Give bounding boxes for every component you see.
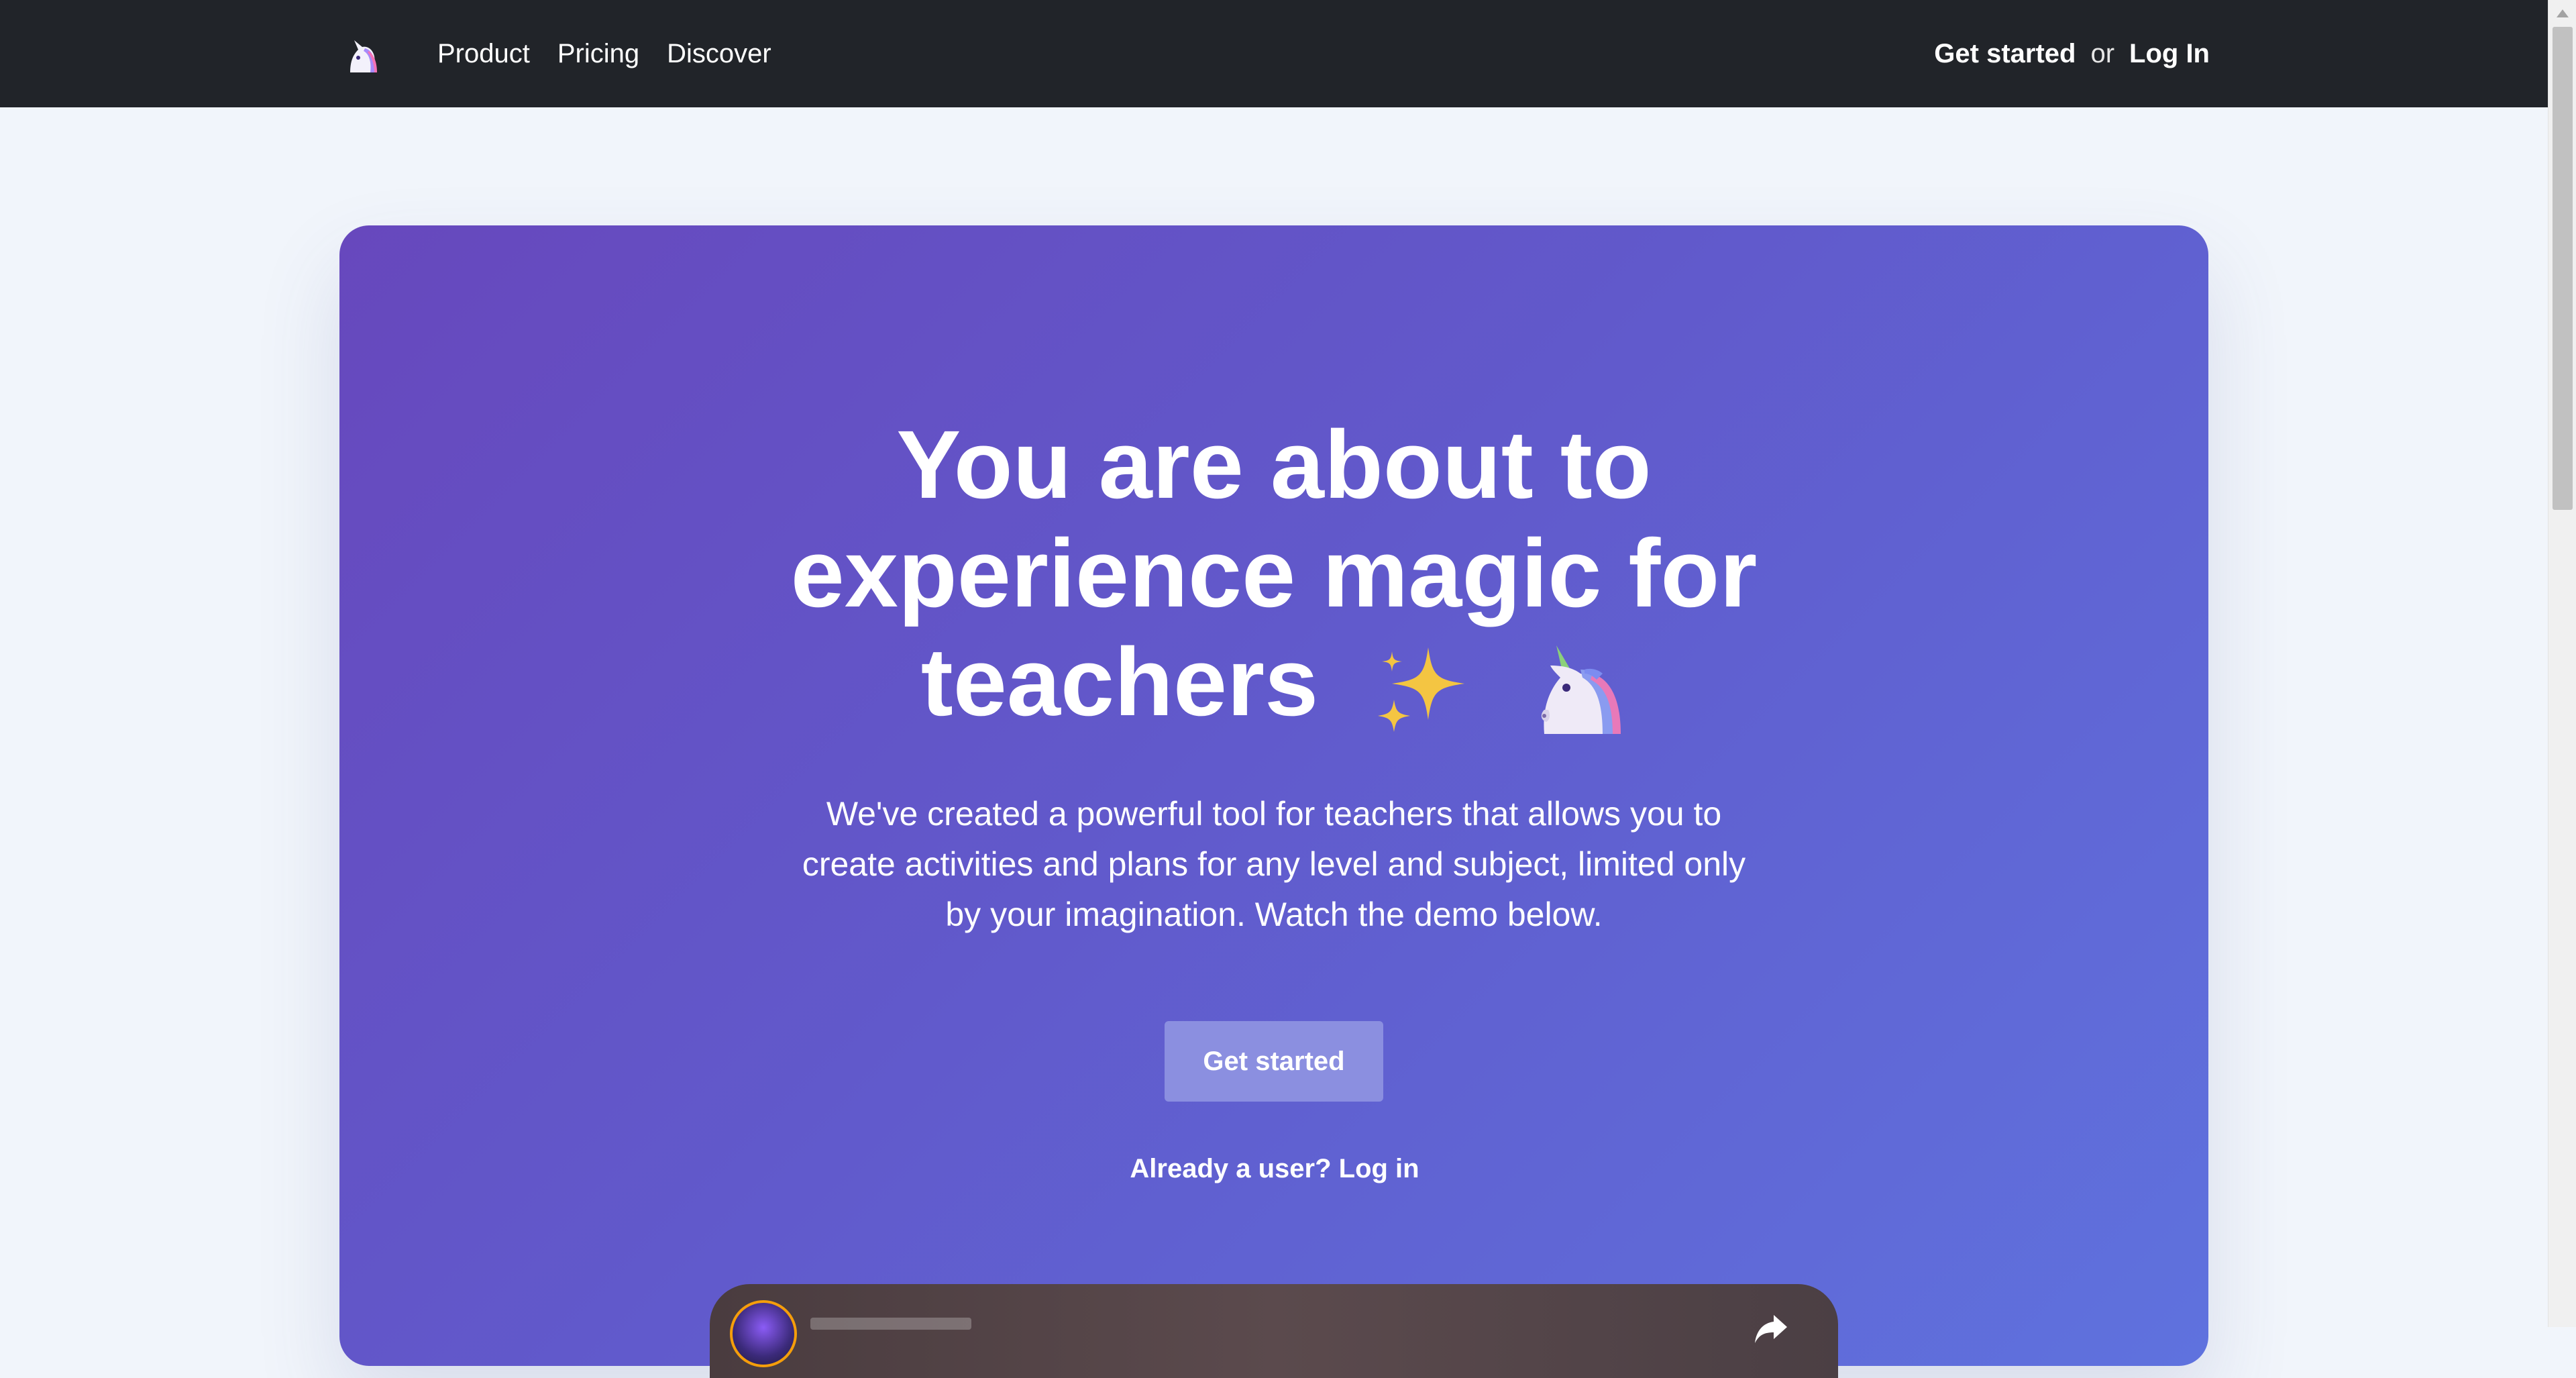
unicorn-logo-icon[interactable] xyxy=(341,35,381,75)
hero-title: You are about to experience magic for te… xyxy=(339,411,2208,740)
nav-log-in-link[interactable]: Log In xyxy=(2129,39,2210,69)
scroll-thumb[interactable] xyxy=(2553,27,2573,510)
scroll-up-arrow-icon[interactable] xyxy=(2557,9,2569,17)
hero-subtitle: We've created a powerful tool for teache… xyxy=(802,795,1746,933)
top-navbar: Product Pricing Discover Get started or … xyxy=(0,0,2548,107)
nav-auth: Get started or Log In xyxy=(1934,0,2210,107)
nav-link-pricing[interactable]: Pricing xyxy=(557,39,639,69)
share-icon[interactable] xyxy=(1751,1308,1791,1348)
sparkles-icon xyxy=(1378,647,1465,732)
hero-title-line-3-wrap: teachers xyxy=(339,628,2208,740)
video-title-placeholder xyxy=(810,1318,971,1330)
channel-avatar xyxy=(730,1300,797,1367)
nav-get-started-link[interactable]: Get started xyxy=(1934,39,2076,69)
hero-title-line-1: You are about to xyxy=(896,411,1652,519)
nav-link-discover[interactable]: Discover xyxy=(667,39,771,69)
unicorn-icon xyxy=(1542,645,1621,734)
nav-link-product[interactable]: Product xyxy=(437,39,530,69)
nav-links: Product Pricing Discover xyxy=(437,0,771,107)
nav-or-text: or xyxy=(2090,38,2115,68)
page-scrollbar[interactable] xyxy=(2548,0,2576,1327)
hero-title-line-2: experience magic for xyxy=(790,519,1758,627)
get-started-button[interactable]: Get started xyxy=(1165,1021,1383,1102)
login-prompt-link[interactable]: Already a user? Log in xyxy=(1006,1154,1543,1184)
hero-title-line-3: teachers xyxy=(920,628,1319,736)
demo-video-player[interactable] xyxy=(710,1284,1838,1378)
